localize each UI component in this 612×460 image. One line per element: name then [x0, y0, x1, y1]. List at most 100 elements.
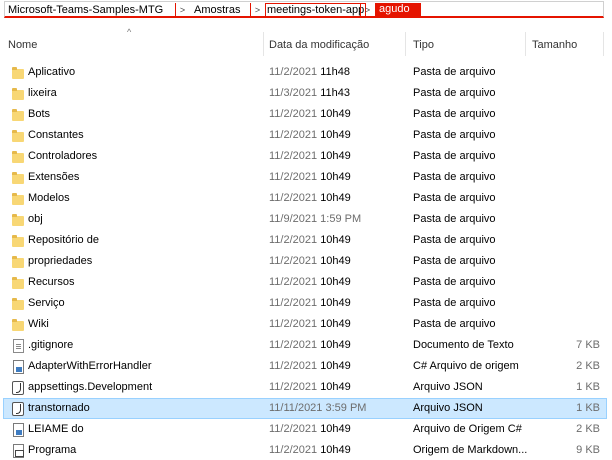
modified-date: 11/3/2021 11h43 — [269, 87, 350, 99]
file-name: Repositório de — [28, 234, 99, 246]
folder-icon — [11, 66, 25, 80]
folder-icon — [11, 234, 25, 248]
markdown-file-icon — [13, 444, 24, 458]
json-file-icon — [12, 402, 24, 416]
modified-time: 10h49 — [320, 360, 351, 372]
chevron-right-icon[interactable]: > — [360, 3, 374, 16]
csharp-file-icon — [13, 360, 24, 374]
breadcrumb-item-repo[interactable]: Microsoft-Teams-Samples-MTG — [7, 3, 164, 16]
file-type: Arquivo JSON — [413, 402, 483, 414]
file-name: Modelos — [28, 192, 70, 204]
folder-icon — [11, 192, 25, 206]
breadcrumb-item-samples[interactable]: Amostras — [193, 3, 241, 16]
file-size: 2 KB — [576, 423, 600, 435]
file-type: Documento de Texto — [413, 339, 514, 351]
folder-icon — [11, 276, 25, 290]
file-type: Origem de Markdown... — [413, 444, 528, 456]
file-name: lixeira — [28, 87, 57, 99]
list-item[interactable]: obj 11/9/2021 1:59 PM Pasta de arquivo — [3, 209, 607, 230]
file-name: transtornado — [28, 402, 90, 414]
column-divider[interactable] — [525, 32, 526, 56]
file-size: 1 KB — [576, 402, 600, 414]
modified-date: 11/2/2021 10h49 — [269, 360, 351, 372]
column-divider[interactable] — [603, 32, 604, 56]
modified-date: 11/2/2021 10h49 — [269, 108, 351, 120]
file-name: Programa — [28, 444, 77, 456]
modified-date-value: 11/2/2021 — [269, 318, 318, 330]
modified-date-value: 11/3/2021 — [269, 87, 318, 99]
text-file-icon — [13, 339, 24, 353]
folder-icon — [11, 297, 25, 311]
modified-time: 10h49 — [320, 339, 351, 351]
list-item[interactable]: AdapterWithErrorHandler 11/2/2021 10h49 C#… — [3, 356, 607, 377]
list-item[interactable]: Bots 11/2/2021 10h49 Pasta de arquivo — [3, 104, 607, 125]
column-header-type[interactable]: Tipo — [413, 39, 434, 51]
list-item[interactable]: Recursos 11/2/2021 10h49 Pasta de arquivo — [3, 272, 607, 293]
column-divider[interactable] — [405, 32, 406, 56]
list-item[interactable]: Serviço 11/2/2021 10h49 Pasta de arquivo — [3, 293, 607, 314]
modified-date-value: 11/2/2021 — [269, 297, 318, 309]
modified-date: 11/2/2021 10h49 — [269, 171, 351, 183]
chevron-right-icon[interactable]: > — [175, 3, 189, 16]
column-header-size[interactable]: Tamanho — [532, 39, 577, 51]
modified-date-value: 11/9/2021 1:59 PM — [269, 213, 362, 225]
breadcrumb-item-current[interactable]: agudo — [375, 3, 421, 16]
list-item[interactable]: appsettings.Development 11/2/2021 10h49 Ar… — [3, 377, 607, 398]
list-item[interactable]: .gitignore 11/2/2021 10h49 Documento de Te… — [3, 335, 607, 356]
modified-date-value: 11/2/2021 — [269, 339, 318, 351]
column-header-name[interactable]: Nome — [8, 39, 37, 51]
file-name: LEIAME do — [28, 423, 84, 435]
list-item[interactable]: Repositório de 11/2/2021 10h49 Pasta de ar… — [3, 230, 607, 251]
file-type: Pasta de arquivo — [413, 276, 496, 288]
modified-time: 10h49 — [320, 171, 351, 183]
file-name: Constantes — [28, 129, 84, 141]
list-item[interactable]: Programa 11/2/2021 10h49 Origem de Markdow… — [3, 440, 607, 460]
modified-date: 11/2/2021 10h49 — [269, 192, 351, 204]
list-item[interactable]: lixeira 11/3/2021 11h43 Pasta de arquivo — [3, 83, 607, 104]
file-type: Pasta de arquivo — [413, 66, 496, 78]
folder-icon — [11, 87, 25, 101]
modified-time: 10h49 — [320, 129, 351, 141]
folder-icon — [11, 255, 25, 269]
modified-date: 11/2/2021 10h49 — [269, 318, 351, 330]
list-item[interactable]: Aplicativo 11/2/2021 11h48 Pasta de arquiv… — [3, 62, 607, 83]
modified-date-value: 11/2/2021 — [269, 444, 318, 456]
list-item[interactable]: Modelos 11/2/2021 10h49 Pasta de arquivo — [3, 188, 607, 209]
modified-time: 10h49 — [320, 444, 351, 456]
modified-date: 11/2/2021 10h49 — [269, 234, 351, 246]
column-divider[interactable] — [263, 32, 264, 56]
list-item[interactable]: Controladores 11/2/2021 10h49 Pasta de arq… — [3, 146, 607, 167]
sort-ascending-icon: ^ — [127, 27, 132, 37]
breadcrumb[interactable]: Microsoft-Teams-Samples-MTG > Amostras >… — [4, 1, 604, 18]
modified-date-value: 11/2/2021 — [269, 255, 318, 267]
modified-date: 11/2/2021 10h49 — [269, 297, 351, 309]
file-name: Controladores — [28, 150, 98, 162]
modified-time: 11h43 — [320, 87, 350, 99]
folder-icon — [11, 171, 25, 185]
list-item[interactable]: LEIAME do 11/2/2021 10h49 Arquivo de Orige… — [3, 419, 607, 440]
list-item[interactable]: Extensões 11/2/2021 10h49 Pasta de arquivo — [3, 167, 607, 188]
modified-date-value: 11/2/2021 — [269, 360, 318, 372]
list-item[interactable]: Constantes 11/2/2021 10h49 Pasta de arquiv… — [3, 125, 607, 146]
folder-icon — [11, 150, 25, 164]
folder-icon — [11, 318, 25, 332]
list-item[interactable]: propriedades 11/2/2021 10h49 Pasta de arqu… — [3, 251, 607, 272]
list-item[interactable]: transtornado 11/11/2021 3:59 PM Arquivo JS… — [3, 398, 607, 419]
file-type: Arquivo JSON — [413, 381, 483, 393]
modified-date: 11/2/2021 10h49 — [269, 276, 351, 288]
modified-time: 10h49 — [320, 234, 351, 246]
modified-date: 11/9/2021 1:59 PM — [269, 213, 361, 225]
file-name: Wiki — [28, 318, 49, 330]
column-header-date[interactable]: Data da modificação — [269, 39, 369, 51]
list-item[interactable]: Wiki 11/2/2021 10h49 Pasta de arquivo — [3, 314, 607, 335]
breadcrumb-item-app[interactable]: meetings-token-app — [265, 3, 367, 16]
file-type: Pasta de arquivo — [413, 87, 496, 99]
file-size: 1 KB — [576, 381, 600, 393]
file-type: Pasta de arquivo — [413, 297, 496, 309]
file-type: Pasta de arquivo — [413, 108, 496, 120]
modified-time: 11h48 — [320, 66, 350, 78]
modified-time: 10h49 — [320, 108, 351, 120]
chevron-right-icon[interactable]: > — [250, 3, 264, 16]
file-type: Pasta de arquivo — [413, 192, 496, 204]
modified-date: 11/2/2021 10h49 — [269, 339, 351, 351]
